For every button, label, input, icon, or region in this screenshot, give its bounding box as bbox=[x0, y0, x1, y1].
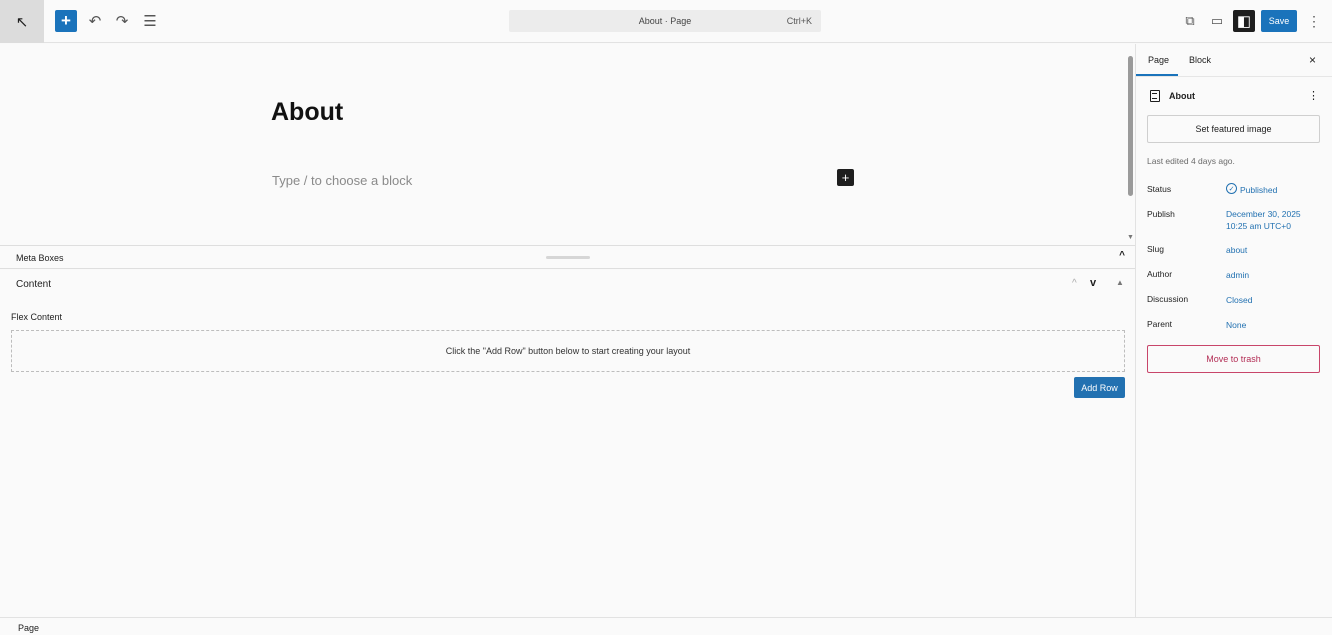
sidebar-tabs: Page Block × bbox=[1136, 44, 1332, 77]
parent-value[interactable]: None bbox=[1226, 319, 1246, 331]
block-inserter-button[interactable]: + bbox=[55, 10, 77, 32]
discussion-label: Discussion bbox=[1147, 294, 1189, 304]
move-to-trash-button[interactable]: Move to trash bbox=[1147, 345, 1320, 373]
add-row-button[interactable]: Add Row bbox=[1074, 377, 1125, 398]
active-tab-indicator bbox=[1136, 74, 1178, 76]
external-link-icon: ⧉ bbox=[1185, 13, 1195, 28]
tab-page[interactable]: Page bbox=[1148, 55, 1169, 65]
more-vertical-icon: ⋮ bbox=[1307, 12, 1321, 29]
meta-boxes-header: Meta Boxes ^ bbox=[0, 245, 1135, 269]
publish-label: Publish bbox=[1147, 209, 1175, 219]
save-button[interactable]: Save bbox=[1261, 10, 1297, 32]
status-label: Status bbox=[1147, 184, 1172, 194]
sidebar-icon: ◧ bbox=[1236, 13, 1252, 30]
list-view-icon: ☰ bbox=[143, 13, 157, 30]
document-title-label: About · Page bbox=[638, 16, 692, 26]
publish-date-value[interactable]: December 30, 2025 bbox=[1226, 208, 1301, 220]
block-placeholder[interactable]: Type / to choose a block bbox=[272, 173, 412, 188]
inline-add-block-button[interactable]: + bbox=[837, 169, 854, 186]
parent-label: Parent bbox=[1147, 319, 1173, 329]
command-palette-bar[interactable]: About · Page Ctrl+K bbox=[509, 10, 821, 32]
tab-block[interactable]: Block bbox=[1189, 55, 1211, 65]
redo-icon: ↷ bbox=[115, 13, 129, 30]
editor-header: ↖ + ↶ ↷ ☰ About · Page Ctrl+K ⧉ ▭ ◧ Save… bbox=[0, 0, 1332, 43]
undo-button[interactable]: ↶ bbox=[84, 10, 106, 32]
scrollbar-thumb[interactable] bbox=[1128, 56, 1133, 196]
editor-footer: Page bbox=[0, 617, 1332, 635]
slug-label: Slug bbox=[1147, 244, 1165, 254]
close-sidebar-button[interactable]: × bbox=[1309, 53, 1316, 67]
set-featured-image-button[interactable]: Set featured image bbox=[1147, 115, 1320, 143]
resize-handle[interactable] bbox=[546, 256, 590, 259]
publish-time-value[interactable]: 10:25 am UTC+0 bbox=[1226, 220, 1291, 232]
empty-layout-message: Click the "Add Row" button below to star… bbox=[445, 346, 691, 356]
keyboard-shortcut-label: Ctrl+K bbox=[786, 16, 812, 26]
plus-icon: + bbox=[841, 170, 850, 185]
author-value[interactable]: admin bbox=[1226, 269, 1249, 281]
breadcrumb[interactable]: Page bbox=[18, 623, 39, 633]
view-page-button[interactable]: ⧉ bbox=[1179, 10, 1201, 32]
editor-canvas: About Type / to choose a block + ▼ bbox=[0, 44, 1135, 245]
document-overview-button[interactable]: ☰ bbox=[139, 10, 161, 32]
page-icon bbox=[1150, 90, 1160, 102]
document-actions-button[interactable]: ⋮ bbox=[1308, 89, 1319, 102]
preview-button[interactable]: ▭ bbox=[1206, 10, 1228, 32]
document-title: About bbox=[1169, 91, 1195, 101]
scroll-down-arrow-icon[interactable]: ▼ bbox=[1127, 234, 1134, 241]
author-label: Author bbox=[1147, 269, 1173, 279]
flex-content-empty-area: Click the "Add Row" button below to star… bbox=[11, 330, 1125, 372]
move-up-button[interactable]: ^ bbox=[1072, 278, 1077, 289]
collapse-meta-boxes-button[interactable]: ^ bbox=[1119, 250, 1125, 261]
status-value[interactable]: Published bbox=[1240, 184, 1277, 196]
options-menu-button[interactable]: ⋮ bbox=[1303, 10, 1325, 32]
flex-content-label: Flex Content bbox=[11, 312, 63, 322]
settings-sidebar: Page Block × About ⋮ Set featured image … bbox=[1135, 44, 1332, 617]
last-edited-text: Last edited 4 days ago. bbox=[1147, 156, 1235, 166]
content-meta-box: Content ^ v ▲ Flex Content Click the "Ad… bbox=[0, 270, 1135, 617]
meta-box-title: Content bbox=[16, 279, 52, 290]
slug-value[interactable]: about bbox=[1226, 244, 1247, 256]
meta-boxes-title: Meta Boxes bbox=[16, 253, 64, 263]
desktop-preview-icon: ▭ bbox=[1210, 13, 1224, 28]
discussion-value[interactable]: Closed bbox=[1226, 294, 1252, 306]
settings-sidebar-toggle[interactable]: ◧ bbox=[1233, 10, 1255, 32]
redo-button[interactable]: ↷ bbox=[111, 10, 133, 32]
toggle-panel-button[interactable]: ▲ bbox=[1116, 278, 1124, 287]
back-to-dashboard-button[interactable]: ↖ bbox=[0, 0, 44, 43]
undo-icon: ↶ bbox=[88, 13, 102, 30]
move-down-button[interactable]: v bbox=[1090, 277, 1096, 289]
page-title[interactable]: About bbox=[271, 98, 343, 127]
published-check-icon: ✓ bbox=[1226, 183, 1237, 194]
arrow-up-left-icon: ↖ bbox=[15, 13, 29, 31]
plus-icon: + bbox=[61, 11, 71, 30]
